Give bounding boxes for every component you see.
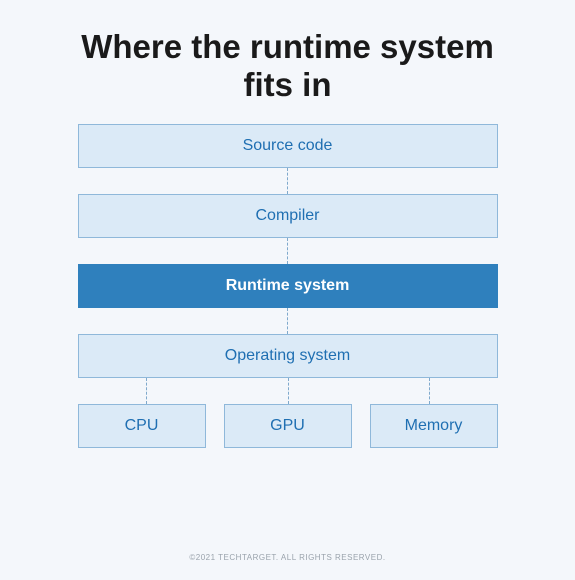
- layer-stack: Source code Compiler Runtime system Oper…: [78, 124, 498, 448]
- dashed-line-icon: [429, 378, 430, 404]
- connector: [78, 238, 498, 264]
- layer-source-code: Source code: [78, 124, 498, 168]
- layer-runtime-system: Runtime system: [78, 264, 498, 308]
- layer-operating-system: Operating system: [78, 334, 498, 378]
- connector: [78, 308, 498, 334]
- dashed-line-icon: [288, 378, 289, 404]
- hardware-memory: Memory: [370, 404, 498, 448]
- dashed-line-icon: [287, 238, 288, 264]
- dashed-line-icon: [287, 308, 288, 334]
- hardware-cpu: CPU: [78, 404, 206, 448]
- dashed-line-icon: [287, 168, 288, 194]
- connector: [78, 168, 498, 194]
- dashed-line-icon: [146, 378, 147, 404]
- layer-compiler: Compiler: [78, 194, 498, 238]
- copyright-line: ©2021 TechTarget. All rights reserved.: [0, 553, 575, 562]
- hardware-connectors: [78, 378, 498, 404]
- hardware-row: CPU GPU Memory: [78, 404, 498, 448]
- diagram-title: Where the runtime system fits in: [0, 0, 575, 124]
- hardware-gpu: GPU: [224, 404, 352, 448]
